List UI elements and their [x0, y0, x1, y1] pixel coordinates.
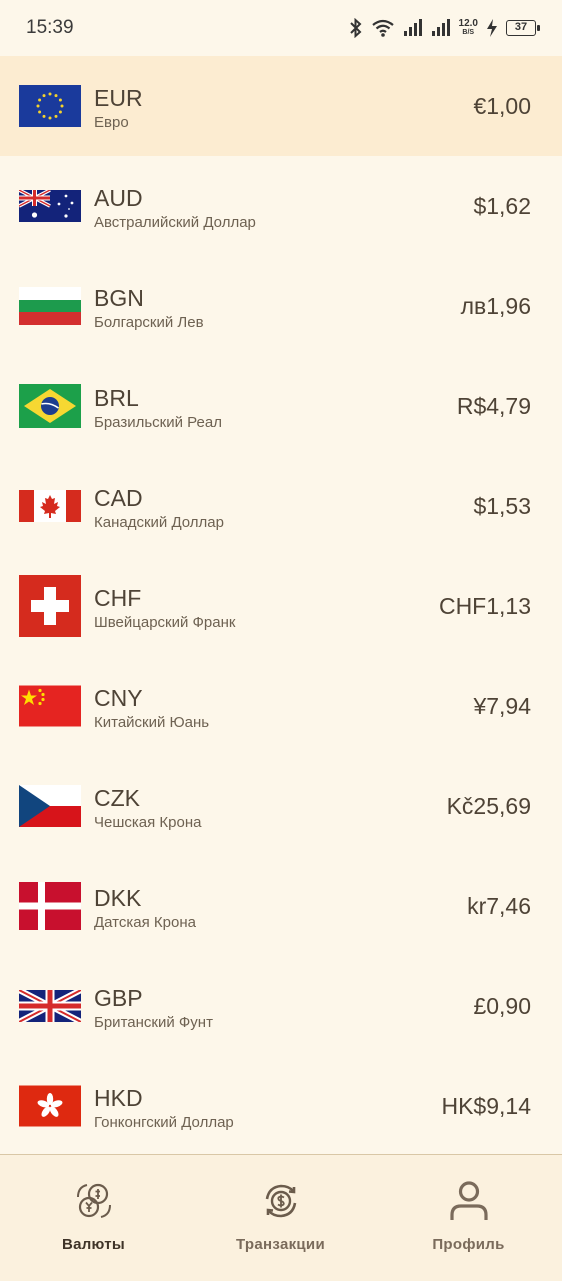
currency-name: Болгарский Лев: [94, 314, 204, 331]
currency-rate: лв1,96: [460, 293, 531, 319]
bottom-navigation: Валюты Транзакции Профиль: [0, 1154, 562, 1281]
currency-row-dkk[interactable]: DKK Датская Крона kr7,46: [0, 856, 562, 956]
bulgaria-flag-icon: [19, 287, 81, 325]
currency-rate: Kč25,69: [446, 793, 531, 819]
currency-name: Чешская Крона: [94, 814, 202, 831]
currency-row-brl[interactable]: BRL Бразильский Реал R$4,79: [0, 356, 562, 456]
nav-label: Транзакции: [236, 1236, 325, 1253]
currency-code: CNY: [94, 685, 143, 711]
status-time: 15:39: [26, 17, 74, 38]
currency-row-czk[interactable]: CZK Чешская Крона Kč25,69: [0, 756, 562, 856]
currency-rate: $1,62: [473, 193, 531, 219]
currency-code: DKK: [94, 885, 142, 911]
currency-code: BGN: [94, 285, 144, 311]
currency-row-aud[interactable]: AUD Австралийский Доллар $1,62: [0, 156, 562, 256]
currency-name: Гонконгский Доллар: [94, 1114, 234, 1131]
net-speed-value: 12.0: [458, 18, 478, 29]
czech-flag-icon: [19, 785, 81, 827]
transactions-icon: [259, 1179, 303, 1223]
currency-name: Австралийский Доллар: [94, 214, 256, 231]
charging-icon: [486, 18, 498, 38]
currency-rate: £0,90: [473, 993, 531, 1019]
currency-code: CAD: [94, 485, 143, 511]
hongkong-flag-icon: [19, 1085, 81, 1127]
currency-name: Бразильский Реал: [94, 414, 222, 431]
uk-flag-icon: [19, 990, 81, 1022]
australia-flag-icon: [19, 190, 81, 222]
currencies-icon: [72, 1179, 116, 1223]
currency-rate: kr7,46: [467, 893, 531, 919]
currency-name: Швейцарский Франк: [94, 614, 236, 631]
eu-flag-icon: [19, 85, 81, 127]
currency-row-chf[interactable]: CHF Швейцарский Франк CHF1,13: [0, 556, 562, 656]
currency-code: HKD: [94, 1085, 143, 1111]
net-speed: 12.0 B/S: [459, 19, 478, 37]
currency-row-eur[interactable]: EUR Евро €1,00: [0, 56, 562, 156]
currency-code: EUR: [94, 85, 143, 111]
nav-currencies[interactable]: Валюты: [0, 1155, 187, 1281]
currency-row-gbp[interactable]: GBP Британский Фунт £0,90: [0, 956, 562, 1056]
currency-rate: ¥7,94: [473, 693, 531, 719]
currency-rate: CHF1,13: [438, 593, 531, 619]
currency-code: BRL: [94, 385, 139, 411]
net-speed-unit: B/S: [462, 29, 475, 36]
china-flag-icon: [19, 685, 81, 727]
nav-transactions[interactable]: Транзакции: [187, 1155, 374, 1281]
currency-code: AUD: [94, 185, 143, 211]
currency-rate: $1,53: [473, 493, 531, 519]
currency-name: Евро: [94, 114, 129, 131]
currency-row-cad[interactable]: CAD Канадский Доллар $1,53: [0, 456, 562, 556]
brazil-flag-icon: [19, 384, 81, 428]
signal-1-icon: [403, 18, 423, 38]
profile-icon: [447, 1179, 491, 1223]
nav-label: Валюты: [61, 1236, 126, 1253]
nav-profile[interactable]: Профиль: [375, 1155, 562, 1281]
battery-icon: 37: [506, 20, 540, 36]
currency-row-bgn[interactable]: BGN Болгарский Лев лв1,96: [0, 256, 562, 356]
currency-rate: R$4,79: [456, 393, 531, 419]
wifi-icon: [371, 18, 395, 38]
currency-code: CZK: [94, 785, 140, 811]
currency-list[interactable]: EUR Евро €1,00 AUD Австралийский Доллар …: [0, 56, 562, 1154]
currency-rate: HK$9,14: [441, 1093, 531, 1119]
currency-name: Канадский Доллар: [94, 514, 224, 531]
currency-code: GBP: [94, 985, 143, 1011]
status-icons: 12.0 B/S 37: [349, 16, 540, 40]
currency-row-hkd[interactable]: HKD Гонконгский Доллар HK$9,14: [0, 1056, 562, 1154]
currency-row-cny[interactable]: CNY Китайский Юань ¥7,94: [0, 656, 562, 756]
currency-name: Британский Фунт: [94, 1014, 213, 1031]
switzerland-flag-icon: [19, 575, 81, 637]
signal-2-icon: [431, 18, 451, 38]
currency-name: Датская Крона: [94, 914, 196, 931]
denmark-flag-icon: [19, 882, 81, 930]
status-bar: 15:39 12.0 B/S 37: [0, 0, 562, 56]
nav-label: Профиль: [432, 1236, 505, 1253]
canada-flag-icon: [19, 490, 81, 522]
bluetooth-icon: [349, 18, 363, 38]
currency-code: CHF: [94, 585, 142, 611]
currency-name: Китайский Юань: [94, 714, 210, 731]
currency-rate: €1,00: [473, 93, 531, 119]
